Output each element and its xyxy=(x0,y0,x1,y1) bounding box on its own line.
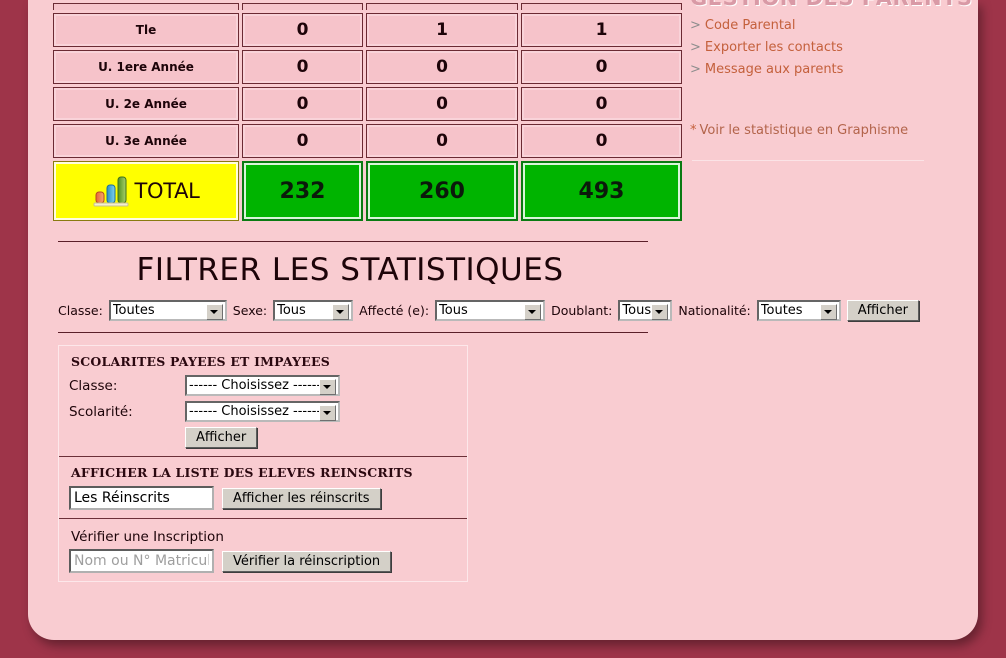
sidebar: GESTION DES PARENTS >Code Parental >Expo… xyxy=(688,0,972,161)
clipped-cell xyxy=(53,3,239,10)
table-row: U. 3e Année 0 0 0 xyxy=(53,124,682,158)
row-value: 0 xyxy=(242,50,363,84)
row-value: 0 xyxy=(521,124,682,158)
scolarites-classe-row: Classe: ------ Choisissez -------- xyxy=(69,375,457,396)
sidebar-item-label: Voir le statistique en Graphisme xyxy=(699,123,909,138)
caret-icon: > xyxy=(690,40,701,55)
filter-select-sexe[interactable]: Tous xyxy=(273,300,354,321)
sidebar-item-label: Message aux parents xyxy=(704,62,844,77)
scolarites-scolarite-select[interactable]: ------ Choisissez -------- xyxy=(185,401,340,422)
row-value: 0 xyxy=(366,87,518,121)
row-value: 0 xyxy=(242,124,363,158)
sidebar-item-exporter-contacts[interactable]: > Exporter les contacts xyxy=(690,40,958,55)
scolarites-scolarite-select-wrap: ------ Choisissez -------- xyxy=(185,401,340,422)
caret-icon: > xyxy=(690,18,701,33)
total-label-cell: TOTAL xyxy=(53,161,239,221)
filter-bar: Classe: Toutes Sexe: Tous Affecté (e): T… xyxy=(58,300,919,321)
filter-submit-button[interactable]: Afficher xyxy=(846,300,919,321)
clipped-cell xyxy=(521,3,682,10)
filter-label-doublant: Doublant: xyxy=(551,303,613,318)
row-value: 1 xyxy=(521,13,682,47)
filter-select-nationalite[interactable]: Toutes xyxy=(756,300,841,321)
filter-label-sexe: Sexe: xyxy=(232,303,268,318)
row-value: 0 xyxy=(521,50,682,84)
scolarites-title: SCOLARITES PAYEES ET IMPAYEES xyxy=(71,354,330,369)
table-row: U. 1ere Année 0 0 0 xyxy=(53,50,682,84)
table-row: U. 2e Année 0 0 0 xyxy=(53,87,682,121)
row-value: 1 xyxy=(366,13,518,47)
sidebar-item-message-parents[interactable]: > Message aux parents xyxy=(690,62,958,77)
scolarites-section: SCOLARITES PAYEES ET IMPAYEES Classe: --… xyxy=(59,346,467,456)
filter-label-classe: Classe: xyxy=(58,303,103,318)
sidebar-item-graphisme[interactable]: * Voir le statistique en Graphisme xyxy=(690,123,958,138)
reinscrits-section: AFFICHER LA LISTE DES ELEVES REINSCRITS … xyxy=(59,456,467,518)
sidebar-title: GESTION DES PARENTS xyxy=(690,0,972,10)
table-row-total: TOTAL 232 260 493 xyxy=(53,161,682,221)
scolarites-classe-label: Classe: xyxy=(69,377,118,394)
asterisk-icon: * xyxy=(690,123,697,138)
bar-chart-icon xyxy=(93,176,129,207)
row-label: U. 3e Année xyxy=(53,124,239,158)
clipped-cell xyxy=(242,3,363,10)
left-column: Tle 0 1 1 U. 1ere Année 0 0 0 U. 2e Anné… xyxy=(50,0,919,582)
row-value: 0 xyxy=(242,87,363,121)
row-value: 0 xyxy=(366,50,518,84)
row-value: 0 xyxy=(521,87,682,121)
total-value: 260 xyxy=(366,161,518,221)
filter-select-doublant[interactable]: Tous xyxy=(618,300,673,321)
total-value: 232 xyxy=(242,161,363,221)
scolarites-classe-select[interactable]: ------ Choisissez -------- xyxy=(185,375,340,396)
page-title: FILTRER LES STATISTIQUES xyxy=(136,252,564,288)
filter-select-classe-wrap: Toutes xyxy=(108,300,227,321)
filter-select-doublant-wrap: Tous xyxy=(618,300,673,321)
caret-icon: > xyxy=(690,62,701,77)
total-label-text: TOTAL xyxy=(134,179,200,203)
scolarites-scolarite-row: Scolarité: ------ Choisissez -------- xyxy=(69,401,457,422)
filter-select-sexe-wrap: Tous xyxy=(273,300,354,321)
scolarites-scolarite-label: Scolarité: xyxy=(69,403,133,420)
verification-section: Vérifier une Inscription Vérifier la réi… xyxy=(59,518,467,581)
sidebar-item-label: Exporter les contacts xyxy=(704,40,843,55)
sidebar-item-label: Code Parental xyxy=(704,18,796,33)
divider-bottom xyxy=(58,332,648,333)
total-value: 493 xyxy=(521,161,682,221)
reinscrits-button[interactable]: Afficher les réinscrits xyxy=(222,487,381,509)
sidebar-item-code-parental[interactable]: > Code Parental xyxy=(690,18,958,33)
filter-select-nationalite-wrap: Toutes xyxy=(756,300,841,321)
statistics-table: Tle 0 1 1 U. 1ere Année 0 0 0 U. 2e Anné… xyxy=(50,0,685,224)
row-label: U. 1ere Année xyxy=(53,50,239,84)
row-label: U. 2e Année xyxy=(53,87,239,121)
reinscrits-input[interactable] xyxy=(69,486,214,510)
reinscrits-row: Afficher les réinscrits xyxy=(69,486,457,510)
filter-select-affecte-wrap: Tous xyxy=(435,300,546,321)
row-label: Tle xyxy=(53,13,239,47)
scolarites-classe-select-wrap: ------ Choisissez -------- xyxy=(185,375,340,396)
forms-box: SCOLARITES PAYEES ET IMPAYEES Classe: --… xyxy=(58,345,468,582)
filter-label-affecte: Affecté (e): xyxy=(359,303,430,318)
verification-input[interactable] xyxy=(69,549,214,573)
verification-label: Vérifier une Inscription xyxy=(71,529,224,545)
table-row: Tle 0 1 1 xyxy=(53,13,682,47)
page-container: Tle 0 1 1 U. 1ere Année 0 0 0 U. 2e Anné… xyxy=(28,0,978,640)
verification-button[interactable]: Vérifier la réinscription xyxy=(222,550,392,572)
table-row-clipped xyxy=(53,3,682,10)
sidebar-divider xyxy=(692,160,924,161)
divider-top xyxy=(58,241,648,242)
filter-select-affecte[interactable]: Tous xyxy=(435,300,546,321)
scolarites-submit-button[interactable]: Afficher xyxy=(185,427,258,448)
filter-select-classe[interactable]: Toutes xyxy=(108,300,227,321)
clipped-cell xyxy=(366,3,518,10)
filter-label-nationalite: Nationalité: xyxy=(678,303,751,318)
row-value: 0 xyxy=(242,13,363,47)
scolarites-submit-row: Afficher xyxy=(69,427,457,448)
row-value: 0 xyxy=(366,124,518,158)
reinscrits-title: AFFICHER LA LISTE DES ELEVES REINSCRITS xyxy=(71,465,413,480)
verification-row: Vérifier la réinscription xyxy=(69,549,457,573)
